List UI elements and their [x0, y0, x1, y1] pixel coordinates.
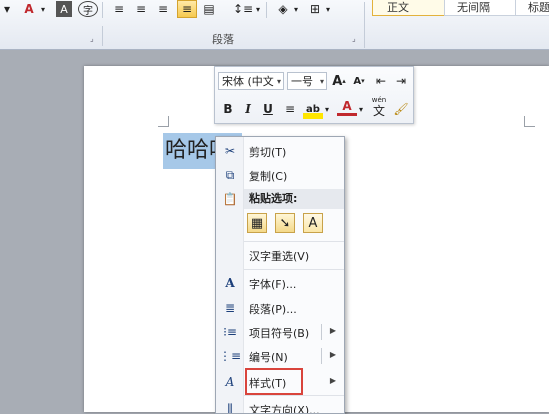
style-normal[interactable]: 正文	[372, 0, 454, 16]
menu-item-cut-label: 剪切(T)	[249, 146, 287, 159]
font-dialog-launcher-icon[interactable]: ⌟	[90, 34, 94, 43]
paragraph-icon: ≣	[224, 301, 236, 315]
chevron-down-icon: ▾	[276, 77, 281, 86]
menu-item-bullets[interactable]: ⁝≡ 项目符号(B) ▶	[216, 321, 344, 343]
scissors-icon: ✂	[224, 144, 236, 158]
justify-icon[interactable]: ≡	[177, 0, 197, 18]
chevron-down-icon: ▾	[319, 77, 324, 86]
increase-indent-icon[interactable]: ⇥	[391, 71, 411, 91]
menu-item-paragraph[interactable]: ≣ 段落(P)...	[216, 297, 344, 319]
submenu-arrow-icon: ▶	[329, 376, 336, 385]
menu-item-cut[interactable]: ✂ 剪切(T)	[216, 140, 344, 162]
margin-corner-top-left	[158, 116, 169, 127]
bullet-list-icon: ⁝≡	[223, 325, 237, 339]
char-shading-icon[interactable]: A	[56, 1, 72, 17]
font-size-combo[interactable]: 一号 ▾	[287, 72, 327, 90]
shrink-font-icon[interactable]: A ▾	[349, 71, 369, 91]
align-center-icon[interactable]: ≡	[132, 0, 150, 18]
bold-button[interactable]: B	[218, 99, 238, 119]
style-no-spacing[interactable]: 无间隔	[444, 0, 524, 16]
font-color-icon[interactable]: A	[20, 0, 38, 18]
highlight-dropdown-icon[interactable]: ▾	[323, 99, 331, 119]
font-color-dropdown-icon[interactable]: ▾	[357, 99, 365, 119]
menu-item-copy[interactable]: ⧉ 复制(C)	[216, 164, 344, 186]
phonetic-guide-icon[interactable]: wén 文	[369, 95, 389, 119]
separator	[102, 2, 103, 18]
highlight-icon[interactable]: ab	[303, 99, 323, 119]
align-right-icon[interactable]: ≡	[154, 0, 172, 18]
menu-item-font[interactable]: A 字体(F)...	[216, 272, 344, 294]
style-no-spacing-label: 无间隔	[457, 1, 490, 14]
submenu-arrow-icon: ▶	[329, 350, 336, 359]
paragraph-group-label: 段落	[212, 33, 234, 46]
style-heading[interactable]: 标题	[515, 0, 549, 16]
shading-icon[interactable]: ◈	[274, 0, 292, 18]
menu-item-copy-label: 复制(C)	[249, 170, 288, 183]
line-spacing-icon[interactable]: ↕≡	[232, 0, 254, 18]
menu-item-bullets-label: 项目符号(B)	[249, 327, 310, 340]
center-align-icon[interactable]: ≡	[280, 99, 300, 119]
mini-toolbar: 宋体 (中文 ▾ 一号 ▾ A ▴ A ▾ ⇤ ⇥ B I U ≡ ab ▾ A ▾…	[214, 66, 414, 124]
font-size-value: 一号	[291, 75, 313, 88]
separator	[244, 269, 344, 270]
paste-options-label: 粘贴选项:	[244, 189, 344, 209]
separator	[244, 395, 344, 396]
format-painter-icon[interactable]: 🖌	[391, 99, 411, 119]
phonetic-pinyin: wén	[371, 95, 387, 104]
italic-button[interactable]: I	[238, 99, 258, 119]
line-spacing-dropdown-icon[interactable]: ▾	[254, 0, 262, 18]
group-divider	[102, 26, 103, 46]
group-separator	[364, 2, 365, 48]
clipboard-icon: 📋	[222, 192, 238, 206]
borders-icon[interactable]: ⊞	[306, 0, 324, 18]
separator	[266, 2, 267, 18]
paste-keep-source-formatting-icon[interactable]: ▦	[247, 213, 267, 233]
style-heading-label: 标题	[528, 1, 549, 14]
menu-item-hanzi-reconvert[interactable]: 汉字重选(V)	[216, 244, 344, 266]
numbered-list-icon: ⋮≡	[218, 349, 242, 363]
grow-font-icon[interactable]: A ▴	[329, 71, 349, 91]
menu-item-numbering-label: 编号(N)	[249, 351, 288, 364]
font-icon: A	[225, 276, 235, 290]
menu-item-text-direction-label: 文字方向(X)...	[249, 404, 320, 414]
paste-keep-text-only-button[interactable]: A	[303, 213, 323, 233]
styles-icon: A	[225, 375, 235, 389]
enclose-char-icon[interactable]: 字	[78, 1, 98, 17]
font-color-dropdown-arrow-icon[interactable]: ▾	[38, 0, 48, 18]
menu-item-numbering[interactable]: ⋮≡ 编号(N) ▶	[216, 345, 344, 367]
annotation-highlight-box	[245, 368, 303, 395]
underline-button[interactable]: U	[258, 99, 278, 119]
margin-corner-top-right	[524, 116, 535, 127]
menu-item-paragraph-label: 段落(P)...	[249, 303, 297, 316]
shading-dropdown-icon[interactable]: ▾	[292, 0, 300, 18]
menu-item-font-label: 字体(F)...	[249, 278, 297, 291]
menu-item-hanzi-reconvert-label: 汉字重选(V)	[249, 250, 310, 263]
ribbon: ▾ A ▾ A 字 ≡ ≡ ≡ ≡ ▤ ↕≡ ▾ ◈ ▾ ⊞ ▾ 正文 无间隔 …	[0, 0, 549, 50]
font-color-icon[interactable]: A	[337, 99, 357, 116]
text-direction-icon: ⫼	[227, 401, 233, 414]
copy-icon: ⧉	[225, 167, 235, 182]
submenu-arrow-icon: ▶	[329, 326, 336, 335]
font-color-dropdown-icon[interactable]: ▾	[0, 0, 14, 18]
style-normal-label: 正文	[387, 1, 409, 14]
paragraph-dialog-launcher-icon[interactable]: ⌟	[352, 34, 356, 43]
paste-merge-formatting-icon[interactable]: ➘	[275, 213, 295, 233]
submenu-separator	[321, 324, 322, 340]
font-name-value: 宋体 (中文	[222, 75, 274, 88]
font-name-combo[interactable]: 宋体 (中文 ▾	[218, 72, 284, 90]
align-left-icon[interactable]: ≡	[110, 0, 128, 18]
submenu-separator	[321, 348, 322, 364]
phonetic-char: 文	[372, 103, 385, 118]
decrease-indent-icon[interactable]: ⇤	[371, 71, 391, 91]
borders-dropdown-icon[interactable]: ▾	[324, 0, 332, 18]
distributed-icon[interactable]: ▤	[200, 0, 218, 18]
separator	[244, 241, 344, 242]
